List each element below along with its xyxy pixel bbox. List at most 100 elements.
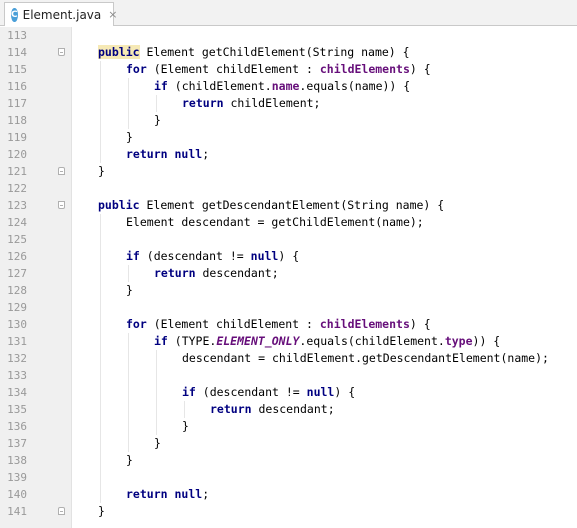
close-icon[interactable]: × [108,8,117,21]
code-line[interactable]: 126 if (descendant != null) { [0,248,577,265]
code-token: .equals(name)) { [299,79,411,93]
code-text: for (Element childElement : childElement… [126,61,431,78]
code-text: if (TYPE.ELEMENT_ONLY.equals(childElemen… [154,333,500,350]
line-number: 114 [7,46,27,59]
indent-guide [128,78,129,129]
code-text: return descendant; [154,265,279,282]
code-token: ; [202,147,210,161]
code-line[interactable]: 116 if (childElement.name.equals(name)) { [0,78,577,95]
code-line[interactable]: 125 [0,231,577,248]
editor-tab-bar: C Element.java × [0,0,577,26]
code-line[interactable]: 119} [0,129,577,146]
code-line[interactable]: 124 Element descendant = getChildElement(… [0,214,577,231]
code-line[interactable]: 131 if (TYPE.ELEMENT_ONLY.equals(childEle… [0,333,577,350]
code-line[interactable]: 132 descendant = childElement.getDescenda… [0,350,577,367]
code-token: (Element childElement : [146,317,320,331]
code-text: } [154,435,161,452]
code-line[interactable]: 122 [0,180,577,197]
java-class-icon: C [11,7,18,22]
line-number: 113 [7,29,27,42]
line-number: 115 [7,63,27,76]
indent-guide [128,265,129,282]
code-editor[interactable]: 113 114 public Element getChildElement(Str… [0,27,577,520]
code-token: if [126,249,140,263]
code-token: descendant; [251,402,335,416]
code-line[interactable]: 141} [0,503,577,520]
code-line[interactable]: 134 if (descendant != null) { [0,384,577,401]
line-number: 119 [7,131,27,144]
line-number: 141 [7,505,27,518]
code-token: public [98,198,140,212]
line-number: 128 [7,284,27,297]
code-token: } [126,283,133,297]
code-token: null [174,487,203,501]
code-token: } [126,453,133,467]
code-line[interactable]: 140 return null; [0,486,577,503]
code-text: } [98,163,105,180]
code-line[interactable]: 135 return descendant; [0,401,577,418]
fold-marker-icon[interactable] [58,201,65,209]
code-token: ELEMENT_ONLY [216,334,300,348]
line-number: 139 [7,471,27,484]
fold-marker-icon[interactable] [58,167,65,175]
code-line[interactable]: 133 [0,367,577,384]
code-line[interactable]: 113 [0,27,577,44]
code-line[interactable]: 121} [0,163,577,180]
indent-guide [156,350,157,435]
code-token: name [271,79,300,93]
code-text: } [98,503,105,520]
code-line[interactable]: 128} [0,282,577,299]
code-token: } [98,164,105,178]
fold-marker-icon[interactable] [58,48,65,56]
code-text: public Element getChildElement(String na… [98,44,410,61]
code-token: if [182,385,196,399]
line-number: 132 [7,352,27,365]
code-token: ) { [409,317,431,331]
code-line[interactable]: 136} [0,418,577,435]
code-line[interactable]: 117 return childElement; [0,95,577,112]
line-number: 126 [7,250,27,263]
code-text: descendant = childElement.getDescendantE… [182,350,549,367]
code-token: return [210,402,252,416]
code-line[interactable]: 139 [0,469,577,486]
code-line[interactable]: 120 return null; [0,146,577,163]
code-text: Element descendant = getChildElement(nam… [126,214,424,231]
code-line[interactable]: 138} [0,452,577,469]
code-token: return [126,147,168,161]
code-line[interactable]: 129 [0,299,577,316]
fold-marker-icon[interactable] [58,507,65,515]
code-token: } [98,504,105,518]
line-number: 125 [7,233,27,246]
code-text: for (Element childElement : childElement… [126,316,431,333]
code-text: if (descendant != null) { [182,384,355,401]
code-token: } [126,130,133,144]
code-line[interactable]: 115 for (Element childElement : childElem… [0,61,577,78]
code-line[interactable]: 114 public Element getChildElement(String… [0,44,577,61]
code-text: return childElement; [182,95,320,112]
code-token: ) { [334,385,356,399]
code-token: null [306,385,335,399]
code-token: for [126,317,147,331]
line-number: 121 [7,165,27,178]
code-line[interactable]: 127 return descendant; [0,265,577,282]
indent-guide [184,401,185,418]
code-token: Element getDescendantElement(String name… [139,198,445,212]
code-token: (Element childElement : [146,62,320,76]
code-line[interactable]: 118} [0,112,577,129]
line-number: 118 [7,114,27,127]
line-number: 134 [7,386,27,399]
code-token: return [182,96,224,110]
code-text: } [126,129,133,146]
code-line[interactable]: 137} [0,435,577,452]
code-token: childElements [319,317,410,331]
code-line[interactable]: 130 for (Element childElement : childElem… [0,316,577,333]
code-line[interactable]: 123 public Element getDescendantElement(S… [0,197,577,214]
line-number: 138 [7,454,27,467]
code-text: return null; [126,486,209,503]
line-number: 120 [7,148,27,161]
line-number: 135 [7,403,27,416]
code-token: )) { [472,334,501,348]
line-number: 123 [7,199,27,212]
tab-element-java[interactable]: C Element.java × [4,2,117,26]
code-text: public Element getDescendantElement(Stri… [98,197,444,214]
